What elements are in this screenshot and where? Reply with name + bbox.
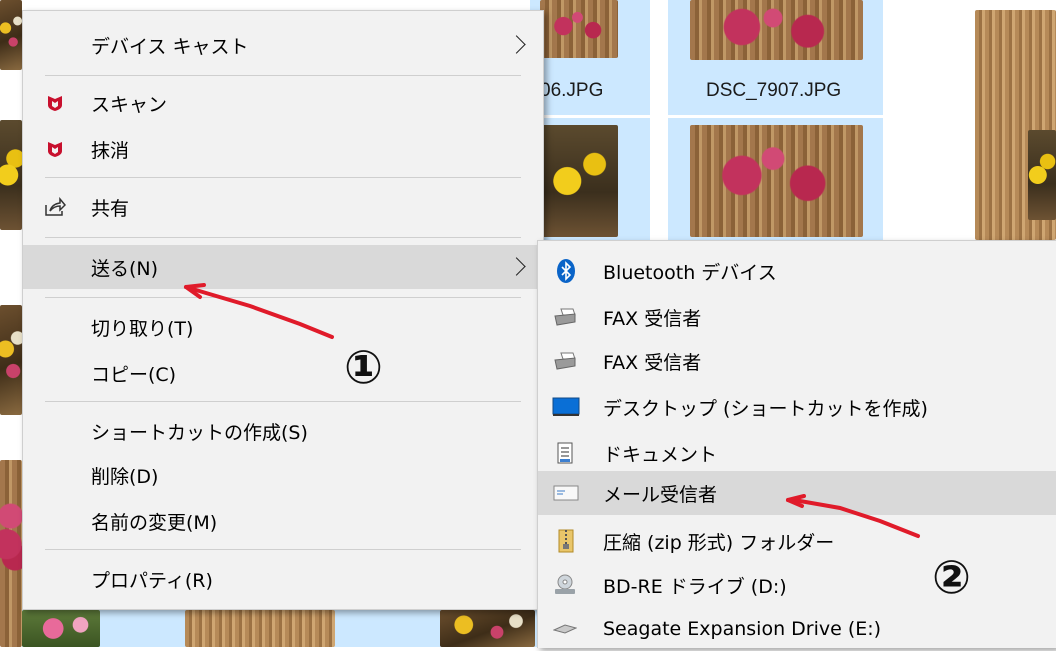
menu-item-label: FAX 受信者 [603, 307, 702, 330]
menu-item-label: 削除(D) [91, 465, 159, 488]
thumbnail-image[interactable] [540, 125, 618, 237]
menu-item-label: Bluetooth デバイス [603, 261, 777, 284]
send-to-submenu: Bluetooth デバイス FAX 受信者 FAX 受信者 デスクトップ (シ… [537, 240, 1056, 648]
thumbnail-image[interactable] [1028, 130, 1056, 220]
menu-item-label: デスクトップ (ショートカットを作成) [603, 397, 928, 420]
desktop-icon [552, 396, 580, 418]
menu-item-label: 名前の変更(M) [91, 511, 218, 534]
mail-icon [552, 482, 580, 504]
menu-item-properties[interactable]: プロパティ(R) [23, 557, 543, 601]
context-menu: デバイス キャスト スキャン 抹消 共有 送る(N) 切り取り(T) コピー(C… [22, 10, 544, 610]
menu-item-erase[interactable]: 抹消 [23, 127, 543, 171]
send-to-fax[interactable]: FAX 受信者 [538, 339, 1056, 383]
thumbnail-image[interactable] [0, 305, 22, 415]
thumbnail-label: DSC_7907.JPG [706, 80, 842, 101]
menu-separator [45, 549, 521, 550]
chevron-right-icon [507, 35, 526, 54]
menu-item-delete[interactable]: 削除(D) [23, 453, 543, 497]
menu-item-send-to[interactable]: 送る(N) [23, 245, 543, 289]
send-to-documents[interactable]: ドキュメント [538, 431, 1056, 475]
thumbnail-image[interactable] [690, 125, 863, 237]
menu-item-label: コピー(C) [91, 363, 177, 386]
menu-separator [45, 297, 521, 298]
thumbnail-image[interactable] [540, 0, 618, 58]
menu-item-label: FAX 受信者 [603, 351, 702, 374]
menu-item-label: ショートカットの作成(S) [91, 421, 308, 444]
fax-icon [552, 350, 578, 372]
menu-item-label: Seagate Expansion Drive (E:) [603, 618, 882, 640]
send-to-mail-recipient[interactable]: メール受信者 [538, 471, 1056, 515]
bluetooth-icon [554, 259, 578, 283]
annotation-step-2: ② [932, 550, 971, 604]
menu-item-label: 共有 [91, 197, 130, 220]
thumbnail-label: 06.JPG [540, 80, 604, 101]
thumbnail-image[interactable] [185, 610, 335, 647]
menu-item-label: 抹消 [91, 139, 130, 162]
menu-item-share[interactable]: 共有 [23, 185, 543, 229]
menu-separator [45, 237, 521, 238]
menu-item-label: プロパティ(R) [91, 569, 213, 592]
send-to-fax[interactable]: FAX 受信者 [538, 295, 1056, 339]
menu-item-cut[interactable]: 切り取り(T) [23, 305, 543, 349]
menu-item-label: ドキュメント [603, 443, 718, 466]
share-icon [43, 195, 67, 219]
menu-separator [45, 75, 521, 76]
fax-icon [552, 306, 578, 328]
send-to-zip-folder[interactable]: 圧縮 (zip 形式) フォルダー [538, 519, 1056, 563]
thumbnail-image[interactable] [0, 120, 22, 230]
send-to-seagate-drive[interactable]: Seagate Expansion Drive (E:) [538, 607, 1056, 651]
menu-item-label: BD-RE ドライブ (D:) [603, 575, 787, 598]
mcafee-shield-icon [45, 139, 65, 159]
send-to-desktop[interactable]: デスクトップ (ショートカットを作成) [538, 385, 1056, 429]
thumbnail-image[interactable] [0, 460, 22, 647]
menu-item-scan[interactable]: スキャン [23, 81, 543, 125]
thumbnail-image[interactable] [0, 0, 22, 70]
documents-icon [554, 441, 576, 465]
menu-item-label: スキャン [91, 93, 168, 116]
menu-item-label: メール受信者 [603, 483, 718, 506]
menu-item-label: 圧縮 (zip 形式) フォルダー [603, 531, 835, 554]
send-to-bluetooth[interactable]: Bluetooth デバイス [538, 249, 1056, 293]
chevron-right-icon [507, 257, 526, 276]
menu-item-copy[interactable]: コピー(C) [23, 351, 543, 395]
thumbnail-image[interactable] [22, 610, 100, 647]
send-to-bd-re-drive[interactable]: BD-RE ドライブ (D:) [538, 563, 1056, 607]
menu-separator [45, 401, 521, 402]
menu-item-label: 切り取り(T) [91, 317, 194, 340]
menu-item-device-cast[interactable]: デバイス キャスト [23, 23, 543, 67]
optical-drive-icon [552, 573, 578, 597]
mcafee-shield-icon [45, 93, 65, 113]
menu-item-label: 送る(N) [91, 257, 159, 280]
menu-item-label: デバイス キャスト [91, 35, 249, 58]
zip-folder-icon [554, 528, 578, 554]
thumbnail-image[interactable] [690, 0, 863, 60]
menu-item-create-shortcut[interactable]: ショートカットの作成(S) [23, 409, 543, 453]
menu-item-rename[interactable]: 名前の変更(M) [23, 499, 543, 543]
external-drive-icon [552, 619, 578, 639]
thumbnail-image[interactable] [440, 610, 535, 647]
menu-separator [45, 177, 521, 178]
annotation-step-1: ① [344, 340, 383, 394]
